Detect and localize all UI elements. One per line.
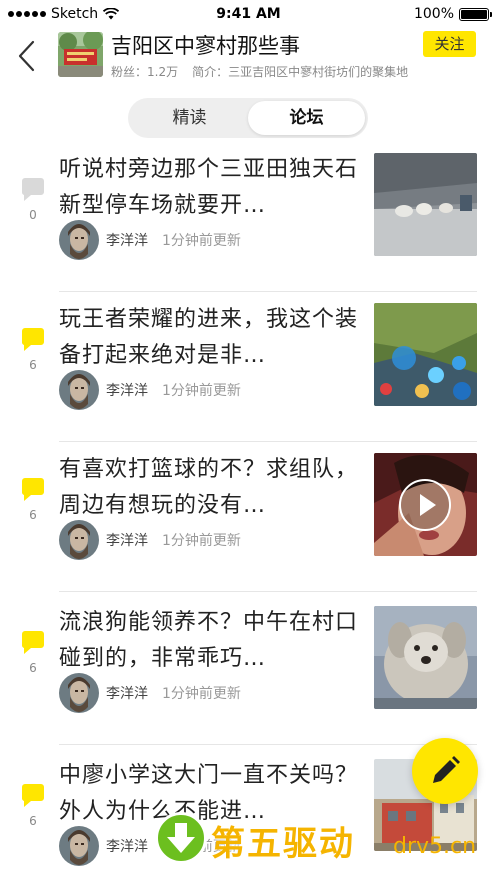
author-name: 李洋洋 — [106, 533, 148, 549]
post-author: 李洋洋 1分钟前更新 — [59, 520, 241, 560]
post-item[interactable]: 0 听说村旁边那个三亚田独天石新型停车场就要开… 李洋洋 1分钟前更新 — [0, 142, 497, 292]
group-title: 吉阳区中寥村那些事 — [111, 34, 300, 58]
watermark: 第五驱动 drv5.cn — [155, 812, 495, 872]
compose-button[interactable] — [412, 738, 478, 804]
comment-count: 6 — [29, 508, 37, 522]
author-name: 李洋洋 — [106, 839, 148, 855]
post-thumbnail[interactable] — [374, 303, 477, 406]
comment-count: 6 — [29, 661, 37, 675]
status-right: 100% — [413, 6, 492, 22]
post-title[interactable]: 有喜欢打篮球的不？求组队，周边有想玩的没有… — [59, 452, 359, 524]
watermark-url: drv5.cn — [393, 834, 477, 859]
tab-jingdu[interactable]: 精读 — [131, 101, 248, 135]
download-arrow-icon — [155, 812, 207, 864]
tab-luntan[interactable]: 论坛 — [248, 101, 365, 135]
comment-icon — [22, 478, 44, 501]
avatar[interactable] — [59, 673, 99, 713]
avatar[interactable] — [59, 520, 99, 560]
battery-icon — [459, 7, 492, 21]
follow-button[interactable]: 关注 — [423, 31, 476, 57]
post-author: 李洋洋 1分钟前更新 — [59, 673, 241, 713]
battery-percent: 100% — [413, 6, 454, 22]
group-meta: 粉丝：1.2万 简介：三亚吉阳区中寥村街坊们的聚集地 — [111, 63, 408, 80]
fans-count: 粉丝：1.2万 — [111, 65, 179, 79]
comment-icon — [22, 784, 44, 807]
divider — [59, 744, 477, 745]
post-thumbnail[interactable] — [374, 453, 477, 556]
group-header: 吉阳区中寥村那些事 粉丝：1.2万 简介：三亚吉阳区中寥村街坊们的聚集地 关注 — [0, 28, 497, 90]
avatar[interactable] — [59, 220, 99, 260]
pencil-icon — [433, 756, 460, 783]
segmented-tabs: 精读 论坛 — [128, 98, 368, 138]
watermark-text: 第五驱动 — [211, 824, 355, 864]
post-thumbnail[interactable] — [374, 606, 477, 709]
comment-icon — [22, 178, 44, 201]
post-title[interactable]: 玩王者荣耀的进来，我这个装备打起来绝对是非… — [59, 302, 359, 374]
author-name: 李洋洋 — [106, 383, 148, 399]
author-name: 李洋洋 — [106, 233, 148, 249]
post-time: 1分钟前更新 — [162, 533, 241, 549]
group-intro: 简介：三亚吉阳区中寥村街坊们的聚集地 — [192, 65, 409, 79]
post-author: 李洋洋 1分钟前更新 — [59, 370, 241, 410]
group-avatar — [58, 32, 103, 77]
comment-icon — [22, 328, 44, 351]
back-icon[interactable] — [14, 38, 40, 74]
comment-icon — [22, 631, 44, 654]
avatar[interactable] — [59, 826, 99, 866]
post-time: 1分钟前更新 — [162, 233, 241, 249]
divider — [59, 591, 477, 592]
post-item[interactable]: 6 玩王者荣耀的进来，我这个装备打起来绝对是非… 李洋洋 1分钟前更新 — [0, 292, 497, 442]
comment-count: 6 — [29, 814, 37, 828]
avatar[interactable] — [59, 370, 99, 410]
comment-count: 6 — [29, 358, 37, 372]
post-author: 李洋洋 1分钟前更新 — [59, 220, 241, 260]
post-title[interactable]: 流浪狗能领养不？中午在村口碰到的，非常乖巧… — [59, 605, 359, 677]
status-bar: Sketch 9:41 AM 100% — [0, 0, 497, 28]
post-time: 1分钟前更新 — [162, 383, 241, 399]
post-item[interactable]: 6 流浪狗能领养不？中午在村口碰到的，非常乖巧… 李洋洋 1分钟前更新 — [0, 595, 497, 745]
author-name: 李洋洋 — [106, 686, 148, 702]
post-title[interactable]: 听说村旁边那个三亚田独天石新型停车场就要开… — [59, 152, 359, 224]
post-time: 1分钟前更新 — [162, 686, 241, 702]
post-thumbnail[interactable] — [374, 153, 477, 256]
post-item[interactable]: 6 有喜欢打篮球的不？求组队，周边有想玩的没有… 李洋洋 1分钟前更新 — [0, 442, 497, 592]
comment-count: 0 — [29, 208, 37, 222]
